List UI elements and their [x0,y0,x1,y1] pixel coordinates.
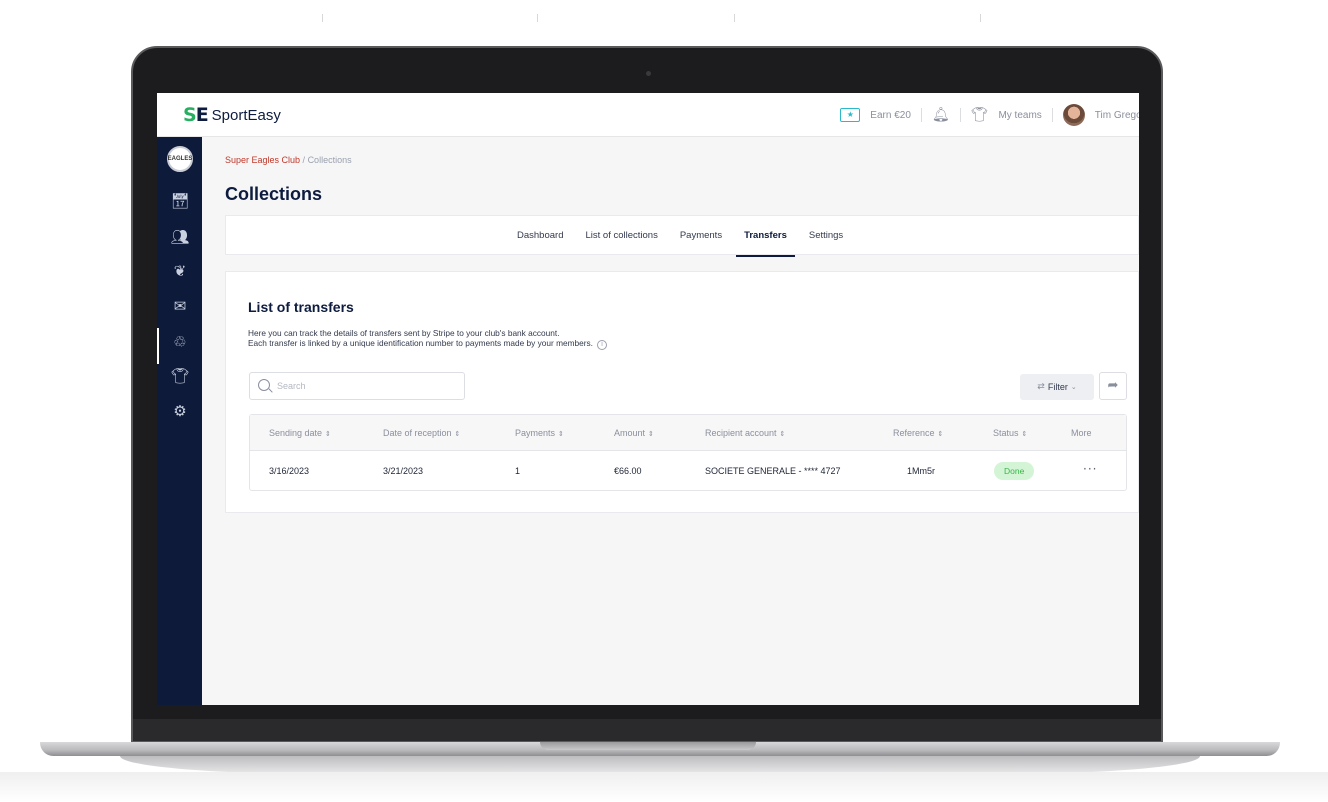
sidebar: EAGLES 📅︎ 👥︎ ❦ ✉ ♲ 👕︎ ⚙ [157,137,202,705]
more-options-icon[interactable]: ··· [1083,451,1097,491]
divider-tick [980,14,981,22]
mail-icon[interactable]: ✉ [168,294,192,318]
sort-icon: ⇕ [937,430,944,438]
breadcrumb: Super Eagles Club / Collections [225,155,352,165]
section-title: List of transfers [248,299,354,315]
bell-icon[interactable]: 🔔︎ [932,107,950,123]
info-icon[interactable]: i [596,340,607,350]
status-badge: Done [994,462,1035,480]
filter-button[interactable]: ⇄ Filter ⌄ [1020,374,1094,400]
tab-list-of-collections[interactable]: List of collections [585,216,657,256]
earn-link[interactable]: Earn €20 [870,110,911,121]
transfers-card: List of transfers Here you can track the… [225,271,1139,513]
cell-sending-date: 3/16/2023 [269,466,310,476]
breadcrumb-separator: / [300,155,308,165]
sort-icon: ⇕ [325,430,331,438]
laptop-bezel-bottom [133,719,1161,741]
divider-tick [322,14,323,22]
avatar[interactable] [1062,104,1085,126]
floor-shadow [0,772,1328,802]
tabs: Dashboard List of collections Payments T… [517,216,843,257]
sliders-icon: ⇄ [1037,382,1045,392]
user-name[interactable]: Tim Gregor [1095,110,1139,121]
ticket-icon[interactable]: ★ [840,108,861,122]
tabs-bar: Dashboard List of collections Payments T… [225,215,1139,257]
app-screen: SE SportEasy ★ Earn €20 🔔︎ 👕︎ My teams T… [157,93,1139,705]
hand-coin-icon[interactable]: ♲ [168,330,192,354]
sort-icon: ⇕ [648,430,654,438]
table-row[interactable]: 3/16/2023 3/21/2023 1 €66.00 SOCIETE GEN… [250,451,1126,491]
calendar-icon[interactable]: 📅︎ [168,189,192,213]
laptop-notch [540,742,756,750]
sort-icon: ⇕ [454,430,461,438]
section-description: Here you can track the details of transf… [248,328,607,350]
laurel-icon[interactable]: ❦ [168,259,192,283]
tab-settings[interactable]: Settings [809,216,843,256]
chevron-down-icon: ⌄ [1070,383,1077,391]
column-header-recipient-account[interactable]: Recipient account ⇕ [705,415,785,451]
description-text: Each transfer is linked by a unique iden… [248,338,593,348]
search-box [249,372,465,400]
divider [1051,108,1053,122]
cell-date-of-reception: 3/21/2023 [383,466,424,476]
cell-recipient-account: SOCIETE GENERALE - **** 4727 [705,466,841,476]
page-title: Collections [225,184,323,204]
filter-label: Filter [1047,382,1068,392]
column-header-date-of-reception[interactable]: Date of reception ⇕ [383,415,460,451]
tab-payments[interactable]: Payments [680,216,722,256]
gear-icon[interactable]: ⚙ [168,399,192,423]
description-line: Each transfer is linked by a unique iden… [248,338,607,350]
column-header-amount[interactable]: Amount ⇕ [614,415,654,451]
divider-tick [537,14,538,22]
column-header-status[interactable]: Status ⇕ [993,415,1027,451]
logo-mark: SE [183,104,209,126]
tab-transfers[interactable]: Transfers [736,216,795,257]
topbar: SE SportEasy ★ Earn €20 🔔︎ 👕︎ My teams T… [157,93,1139,137]
my-teams-link[interactable]: My teams [998,110,1041,121]
shirt-icon[interactable]: 👕︎ [168,364,192,388]
divider [920,108,922,122]
search-input[interactable] [277,373,457,399]
app-name: SportEasy [211,106,281,124]
divider [959,108,961,122]
cell-amount: €66.00 [614,466,642,476]
column-header-more: More [1071,428,1092,438]
cell-reference: 1Mm5r [907,466,936,476]
main-content: Super Eagles Club / Collections Collecti… [202,137,1139,705]
table-header: Sending date ⇕ Date of reception ⇕ Payment… [250,415,1126,451]
app-logo[interactable]: SE SportEasy [183,104,281,126]
sort-icon: ⇕ [1021,430,1028,438]
column-header-payments[interactable]: Payments ⇕ [515,415,564,451]
breadcrumb-current: Collections [307,155,352,165]
share-arrow-icon: ➦ [1107,378,1119,393]
club-badge[interactable]: EAGLES [167,146,193,172]
transfers-table: Sending date ⇕ Date of reception ⇕ Payment… [249,414,1127,491]
description-line: Here you can track the details of transf… [248,328,560,338]
sort-icon: ⇕ [779,430,786,438]
column-header-reference[interactable]: Reference ⇕ [893,415,943,451]
export-button[interactable]: ➦ [1099,372,1127,400]
sort-icon: ⇕ [558,430,564,438]
tab-dashboard[interactable]: Dashboard [517,216,563,256]
divider-tick [734,14,735,22]
column-header-sending-date[interactable]: Sending date ⇕ [269,415,331,451]
shirt-icon[interactable]: 👕︎ [971,107,989,123]
sidebar-active-indicator [157,328,159,364]
search-icon [258,379,270,391]
cell-payments: 1 [515,466,521,476]
members-icon[interactable]: 👥︎ [168,225,192,249]
topbar-actions: ★ Earn €20 🔔︎ 👕︎ My teams Tim Gregor [840,103,1139,127]
camera-icon [646,71,651,76]
breadcrumb-club-link[interactable]: Super Eagles Club [225,155,300,165]
